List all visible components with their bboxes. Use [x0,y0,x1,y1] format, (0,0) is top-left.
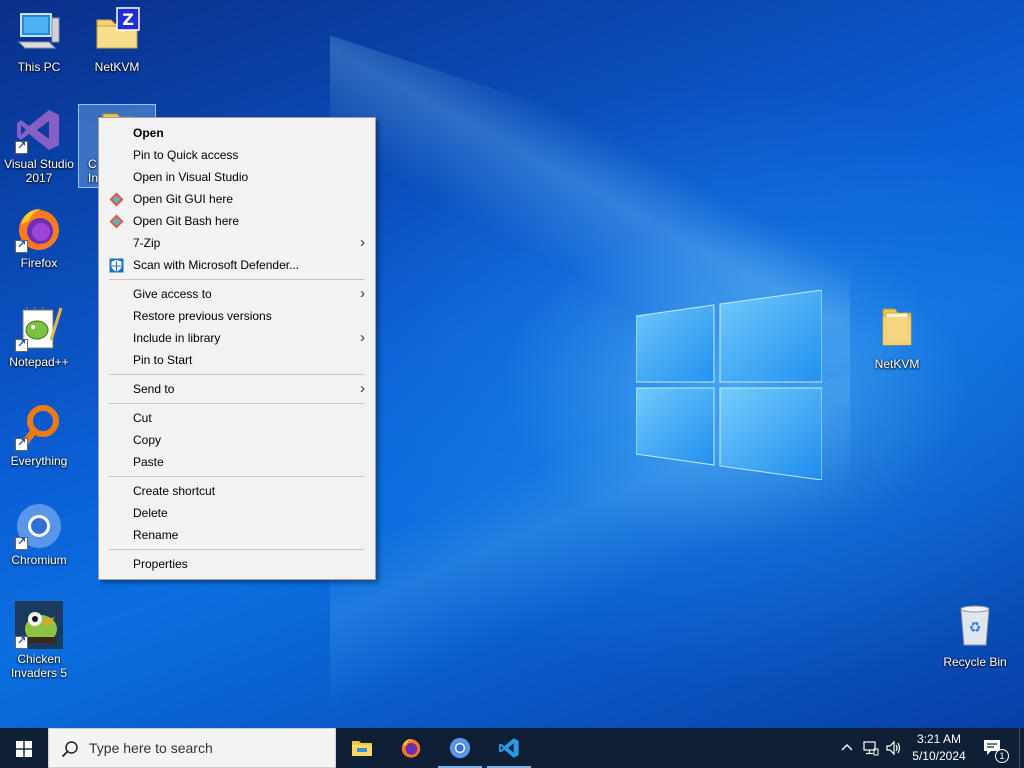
clock-date: 5/10/2024 [912,749,966,763]
menu-item-pin-to-start[interactable]: Pin to Start [99,349,375,371]
menu-item-7zip[interactable]: 7-Zip › [99,232,375,254]
show-hidden-icons-button[interactable] [838,728,856,768]
shortcut-arrow-icon [15,436,28,451]
this-pc-desktop-icon[interactable]: This PC [0,6,78,74]
context-menu: Open Pin to Quick access Open in Visual … [98,117,376,580]
chicken-invaders-desktop-icon[interactable]: Chicken Invaders 5 [0,601,78,680]
menu-item-cut[interactable]: Cut [99,407,375,429]
shortcut-arrow-icon [15,634,28,649]
desktop-icon-label: This PC [17,60,61,74]
desktop-icon-label: Recycle Bin [943,655,1007,669]
shortcut-arrow-icon [15,337,28,352]
windows-start-icon [16,741,32,757]
netkvm-folder-desktop-icon[interactable]: NetKVM [858,303,936,371]
desktop-icon-label: NetKVM [94,60,140,74]
action-center-button[interactable]: 1 [980,728,1016,768]
git-icon [109,192,124,207]
firefox-desktop-icon[interactable]: Firefox [0,205,78,270]
search-placeholder: Type here to search [89,740,213,756]
git-icon [109,214,124,229]
computer-icon [17,13,60,49]
network-icon [863,741,879,756]
folder-icon [882,308,912,346]
menu-item-label: Send to [133,382,175,396]
menu-item-copy[interactable]: Copy [99,429,375,451]
menu-item-label: Give access to [133,287,212,301]
shortcut-arrow-icon [15,139,28,154]
menu-item-open-in-visual-studio[interactable]: Open in Visual Studio [99,166,375,188]
menu-item-label: Include in library [133,331,221,345]
everything-desktop-icon[interactable]: Everything [0,403,78,468]
submenu-chevron-icon: › [360,285,365,302]
menu-separator [109,403,365,404]
menu-item-create-shortcut[interactable]: Create shortcut [99,480,375,502]
chromium-icon [449,737,471,759]
shortcut-arrow-icon [15,238,28,253]
chromium-desktop-icon[interactable]: Chromium [0,502,78,567]
menu-item-label: Open Git GUI here [133,192,234,206]
menu-separator [109,549,365,550]
notepad-plus-plus-desktop-icon[interactable]: Notepad++ [0,304,78,369]
clock-time: 3:21 AM [916,732,962,746]
menu-item-paste[interactable]: Paste [99,451,375,473]
submenu-chevron-icon: › [360,329,365,346]
windows-logo-wallpaper [636,290,822,480]
desktop-icon-label: Everything [10,454,68,468]
menu-item-include-in-library[interactable]: Include in library › [99,327,375,349]
zip-folder-icon: Z [96,7,140,49]
menu-item-open[interactable]: Open [99,122,375,144]
menu-item-label: Open Git Bash here [133,214,240,228]
menu-item-restore-previous-versions[interactable]: Restore previous versions [99,305,375,327]
menu-item-scan-defender[interactable]: Scan with Microsoft Defender... [99,254,375,276]
start-button[interactable] [0,728,48,768]
taskbar-chromium[interactable] [436,728,484,768]
taskbar-search-box[interactable]: Type here to search [48,728,336,768]
taskbar: Type here to search 3:21 AM 5/10/2024 1 [0,728,1024,768]
shortcut-arrow-icon [15,535,28,550]
file-explorer-icon [352,741,372,756]
menu-item-properties[interactable]: Properties [99,553,375,575]
chevron-up-icon [841,744,853,751]
desktop-icon-label: Firefox [20,256,58,270]
menu-separator [109,476,365,477]
menu-item-give-access-to[interactable]: Give access to › [99,283,375,305]
firefox-icon [401,738,421,758]
menu-item-delete[interactable]: Delete [99,502,375,524]
taskbar-vscode[interactable] [485,728,533,768]
desktop-icon-label: Chromium [11,553,67,567]
menu-item-send-to[interactable]: Send to › [99,378,375,400]
submenu-chevron-icon: › [360,380,365,397]
desktop-icon-label: Notepad++ [9,355,69,369]
desktop-icon-label: Visual Studio 2017 [4,157,74,185]
svg-text:♻: ♻ [969,620,982,636]
menu-separator [109,279,365,280]
svg-text:Z: Z [122,10,134,29]
taskbar-clock[interactable]: 3:21 AM 5/10/2024 [898,728,980,768]
taskbar-file-explorer[interactable] [338,728,386,768]
recycle-bin-icon: ♻ [960,605,990,646]
desktop-icon-label: NetKVM [874,357,920,371]
menu-item-open-git-gui[interactable]: Open Git GUI here [99,188,375,210]
recycle-bin-desktop-icon[interactable]: ♻ Recycle Bin [936,601,1014,669]
defender-shield-icon [109,258,124,273]
desktop-icon-label: Chicken Invaders 5 [10,652,68,680]
netkvm-zip-desktop-icon[interactable]: Z NetKVM [78,6,156,74]
search-icon [61,741,78,758]
submenu-chevron-icon: › [360,234,365,251]
network-tray-button[interactable] [860,728,882,768]
menu-item-label: Scan with Microsoft Defender... [133,258,300,272]
menu-item-pin-to-quick-access[interactable]: Pin to Quick access [99,144,375,166]
show-desktop-button[interactable] [1019,728,1024,768]
taskbar-firefox[interactable] [387,728,435,768]
vscode-icon [498,738,519,758]
menu-item-open-git-bash[interactable]: Open Git Bash here [99,210,375,232]
visual-studio-desktop-icon[interactable]: Visual Studio 2017 [0,106,78,185]
menu-item-label: 7-Zip [133,236,161,250]
menu-separator [109,374,365,375]
notification-count-badge: 1 [995,749,1009,763]
menu-item-rename[interactable]: Rename [99,524,375,546]
